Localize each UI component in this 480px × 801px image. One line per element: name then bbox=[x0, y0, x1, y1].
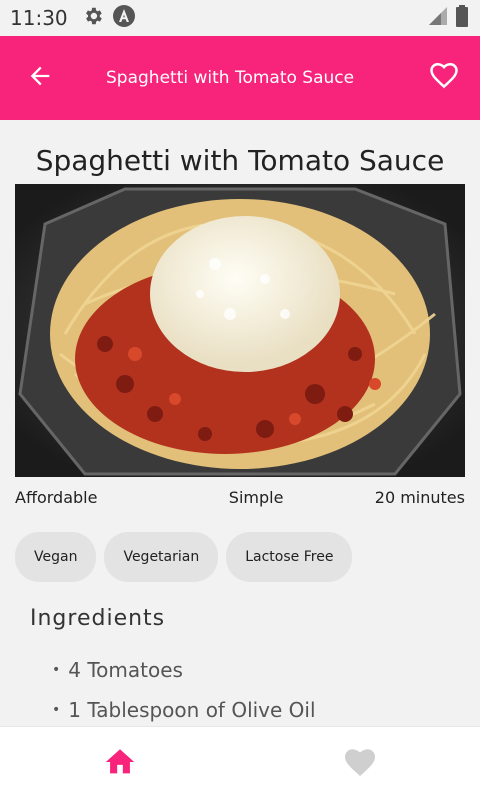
bullet-icon: • bbox=[52, 702, 61, 718]
ingredients-heading: Ingredients bbox=[30, 606, 166, 631]
recipe-image bbox=[15, 184, 465, 477]
app-bar-title: Spaghetti with Tomato Sauce bbox=[106, 68, 355, 88]
heart-outline-icon bbox=[429, 61, 459, 95]
gear-icon bbox=[82, 5, 104, 31]
ingredient-text: 4 Tomatoes bbox=[68, 658, 183, 682]
status-time: 11:30 bbox=[10, 6, 68, 30]
app-a-icon bbox=[112, 4, 136, 32]
tag-chip-vegetarian[interactable]: Vegetarian bbox=[104, 532, 219, 582]
nav-favorites-button[interactable] bbox=[330, 734, 390, 794]
back-button[interactable] bbox=[20, 58, 60, 98]
battery-icon bbox=[456, 5, 468, 31]
home-icon bbox=[103, 745, 137, 783]
bullet-icon: • bbox=[52, 662, 61, 678]
signal-icon bbox=[428, 6, 448, 30]
heart-icon bbox=[342, 744, 378, 784]
duration-label: 20 minutes bbox=[374, 488, 465, 507]
arrow-back-icon bbox=[26, 62, 54, 94]
affordability-label: Affordable bbox=[15, 488, 98, 507]
ingredient-text: 1 Tablespoon of Olive Oil bbox=[68, 698, 316, 722]
list-item: • 1 Tablespoon of Olive Oil bbox=[52, 690, 316, 726]
ingredients-list: • 4 Tomatoes • 1 Tablespoon of Olive Oil bbox=[52, 650, 316, 726]
favorite-button[interactable] bbox=[424, 58, 464, 98]
recipe-meta: Affordable Simple 20 minutes bbox=[15, 488, 465, 512]
tag-chip-vegan[interactable]: Vegan bbox=[15, 532, 97, 582]
list-item: • 4 Tomatoes bbox=[52, 650, 316, 690]
tag-chips: Vegan Vegetarian Lactose Free bbox=[15, 532, 353, 582]
recipe-title: Spaghetti with Tomato Sauce bbox=[35, 144, 445, 177]
recipe-details[interactable]: Spaghetti with Tomato Sauce Affordable S… bbox=[0, 120, 480, 726]
status-bar: 11:30 bbox=[0, 0, 480, 36]
tag-chip-lactose-free[interactable]: Lactose Free bbox=[226, 532, 353, 582]
complexity-label: Simple bbox=[228, 488, 284, 507]
bottom-navigation bbox=[0, 726, 480, 801]
app-bar: Spaghetti with Tomato Sauce bbox=[0, 36, 480, 120]
nav-home-button[interactable] bbox=[90, 734, 150, 794]
